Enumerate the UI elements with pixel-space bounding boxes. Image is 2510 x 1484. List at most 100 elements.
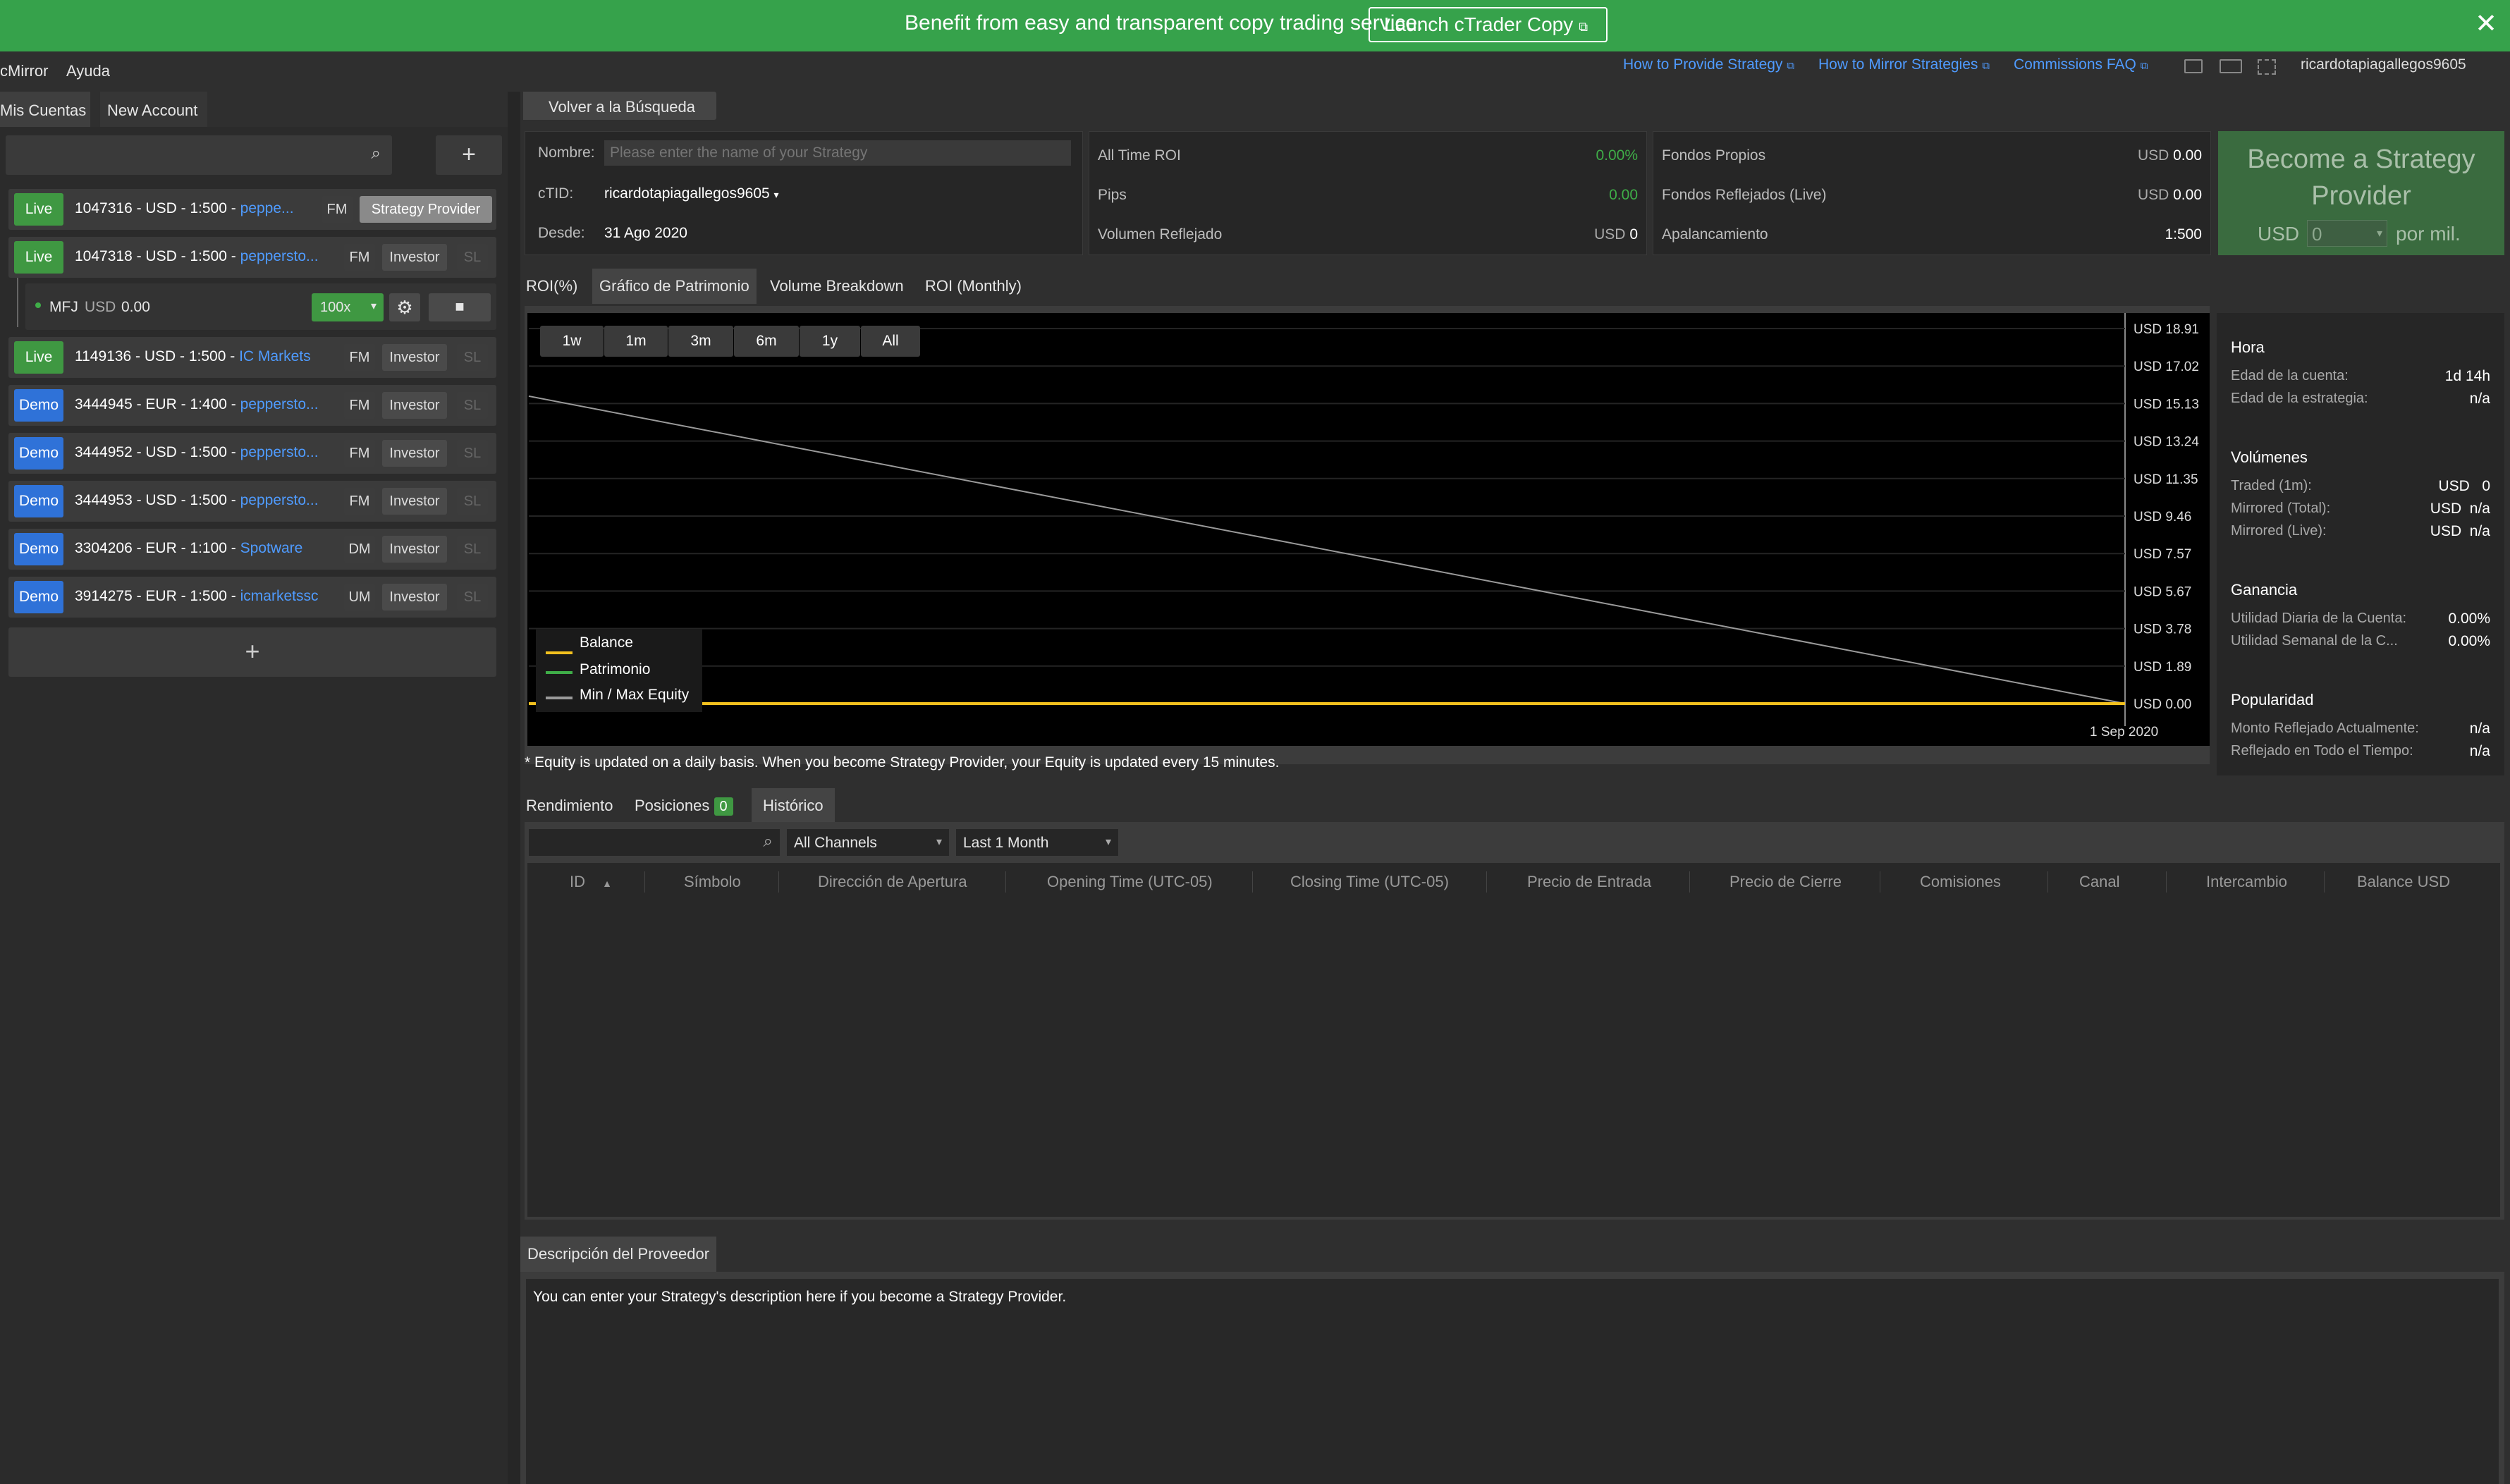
external-link-icon: ⧉ [1982,60,1990,72]
account-type-badge: Live [14,341,63,374]
search-icon: ⌕ [763,832,773,851]
range-6m[interactable]: 6m [734,326,799,357]
positions-count-badge: 0 [714,797,733,816]
link-provide-strategy[interactable]: How to Provide Strategy ⧉ [1623,56,1794,73]
col-exchange[interactable]: Intercambio [2206,873,2287,891]
side-section-title: Ganancia [2231,581,2298,599]
col-close-price[interactable]: Precio de Cierre [1730,873,1842,891]
tab-my-accounts[interactable]: Mis Cuentas [0,92,90,127]
role-button[interactable]: Investor [382,536,447,563]
become-provider-panel[interactable]: Become a Strategy Provider USD 0 ▾ por mi… [2218,131,2504,255]
link-mirror-strategies[interactable]: How to Mirror Strategies ⧉ [1818,56,1990,73]
tab-new-account[interactable]: New Account [100,92,207,127]
tab-roi[interactable]: ROI(%) [519,269,584,304]
window-icon[interactable] [2184,59,2203,73]
add-account-row-button[interactable]: + [8,627,496,677]
account-row[interactable]: Live 1047318 - USD - 1:500 - pepperstо..… [8,237,496,278]
broker-link[interactable]: peppe... [240,200,294,216]
period-select[interactable]: Last 1 Month ▾ [956,829,1118,856]
range-1m[interactable]: 1m [604,326,668,357]
col-id[interactable]: ID ▲ [570,873,612,891]
range-1w[interactable]: 1w [540,326,604,357]
col-entry-price[interactable]: Precio de Entrada [1527,873,1651,891]
tab-positions[interactable]: Posiciones 0 [628,788,740,823]
stop-button[interactable]: ■ [429,293,491,321]
legend-swatch [546,697,573,699]
role-button[interactable]: Investor [382,584,447,611]
account-row[interactable]: Demo 3444952 - USD - 1:500 - pepperstо..… [8,433,496,474]
stat-label: Pips [1098,187,1127,203]
account-row[interactable]: Demo 3444953 - USD - 1:500 - pepperstо..… [8,481,496,522]
account-search-input[interactable]: ⌕ [6,135,392,175]
role-button[interactable]: Investor [382,488,447,515]
broker-link[interactable]: pepperstо... [240,396,319,412]
account-row[interactable]: Demo 3444945 - EUR - 1:400 - pepperstо..… [8,385,496,426]
sl-button[interactable]: SL [457,584,488,611]
tab-provider-description[interactable]: Descripción del Proveedor [520,1237,717,1272]
account-row[interactable]: Live 1047316 - USD - 1:500 - peppe... FM… [8,189,496,230]
ctid-dropdown[interactable]: ricardotapiagallegos9605 ▾ [604,185,779,202]
close-icon[interactable]: ✕ [2475,8,2497,39]
role-button[interactable]: Investor [382,244,447,271]
add-account-button[interactable]: + [436,135,502,175]
account-row[interactable]: Live 1149136 - USD - 1:500 - IC Markets … [8,337,496,378]
history-search-input[interactable]: ⌕ [529,829,780,856]
fee-input[interactable]: 0 ▾ [2307,220,2387,247]
role-button[interactable]: Strategy Provider [360,196,492,223]
range-3m[interactable]: 3m [668,326,733,357]
sl-button[interactable]: SL [457,536,488,563]
x-tick-label: 1 Sep 2020 [2090,725,2158,740]
col-closing-time[interactable]: Closing Time (UTC-05) [1290,873,1449,891]
sl-button[interactable]: SL [457,440,488,467]
role-button[interactable]: Investor [382,392,447,419]
settings-gear-icon[interactable]: ⚙ [389,293,420,321]
subscription-row[interactable]: MFJ USD 0.00 100x ▾ ⚙ ■ [25,283,496,330]
launch-ctrader-copy-button[interactable]: Launch cTrader Copy ⧉ [1369,7,1608,42]
role-button[interactable]: Investor [382,440,447,467]
col-balance[interactable]: Balance USD [2357,873,2450,891]
account-row[interactable]: Demo 3304206 - EUR - 1:100 - Spotware DM… [8,529,496,570]
back-to-search-button[interactable]: Volver a la Búsqueda [523,92,716,120]
menu-cmirror[interactable]: cMirror [0,62,48,80]
tab-performance-label: Rendimiento [526,797,613,814]
y-tick-label: USD 17.02 [2134,360,2199,374]
tab-roi-label: ROI(%) [526,277,578,295]
account-summary: 1047318 - USD - 1:500 - pepperstо... [75,248,343,265]
ctid-value: ricardotapiagallegos9605 [604,185,770,202]
col-direction[interactable]: Dirección de Apertura [818,873,967,891]
range-all[interactable]: All [861,326,920,357]
layout-icon[interactable] [2220,59,2242,73]
sl-button[interactable]: SL [457,392,488,419]
range-1y[interactable]: 1y [800,326,860,357]
leverage-select[interactable]: 100x ▾ [312,293,384,321]
sl-button[interactable]: SL [457,344,488,371]
side-label: Monto Reflejado Actualmente: [2231,720,2419,736]
link-commissions-faq[interactable]: Commissions FAQ ⧉ [2014,56,2148,73]
tab-history[interactable]: Histórico [752,788,835,823]
sl-button[interactable]: SL [457,244,488,271]
broker-link[interactable]: pepperstо... [240,492,319,508]
stat-label: Fondos Propios [1662,147,1766,164]
tab-volume-breakdown[interactable]: Volume Breakdown [763,269,911,304]
tab-performance[interactable]: Rendimiento [519,788,620,823]
channels-select[interactable]: All Channels ▾ [787,829,949,856]
tab-equity-chart[interactable]: Gráfico de Patrimonio [592,269,757,304]
col-symbol[interactable]: Símbolo [684,873,741,891]
menu-help[interactable]: Ayuda [66,62,110,80]
broker-link[interactable]: icmarketssc [240,588,319,604]
description-box[interactable]: You can enter your Strategy's descriptio… [526,1279,2499,1484]
sl-button[interactable]: SL [457,488,488,515]
role-button[interactable]: Investor [382,344,447,371]
col-channel[interactable]: Canal [2079,873,2119,891]
col-commissions[interactable]: Comisiones [1920,873,2001,891]
broker-link[interactable]: pepperstо... [240,444,319,460]
col-opening-time[interactable]: Opening Time (UTC-05) [1047,873,1213,891]
fullscreen-icon[interactable] [2258,59,2276,75]
tab-roi-monthly[interactable]: ROI (Monthly) [918,269,1029,304]
stat-currency: USD [1594,226,1626,243]
strategy-name-input[interactable] [604,140,1071,166]
account-row[interactable]: Demo 3914275 - EUR - 1:500 - icmarketssc… [8,577,496,618]
broker-link[interactable]: IC Markets [239,348,311,364]
broker-link[interactable]: Spotware [240,540,303,556]
broker-link[interactable]: pepperstо... [240,248,319,264]
